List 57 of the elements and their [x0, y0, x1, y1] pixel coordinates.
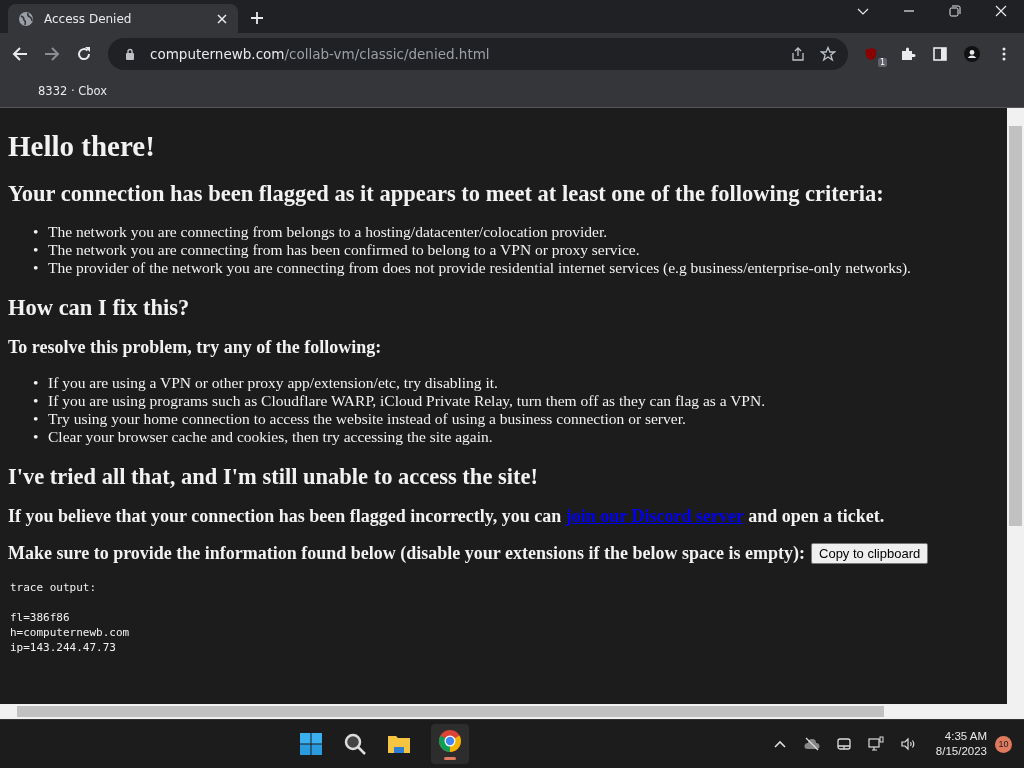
- list-item: The network you are connecting from has been confirmed to belong to a VPN or proxy service.: [48, 241, 640, 259]
- chrome-taskbar-button[interactable]: [430, 724, 469, 764]
- extension-badge: 1: [877, 58, 887, 67]
- info-text: Make sure to provide the information found below (disable your extensions if the below space is empty):: [8, 543, 805, 564]
- bullet: •: [33, 428, 40, 446]
- tab-title: Access Denied: [44, 11, 133, 26]
- new-tab-icon[interactable]: [250, 11, 264, 25]
- profile-icon[interactable]: [964, 46, 980, 62]
- search-icon[interactable]: [342, 732, 367, 756]
- ticket-sentence: If you believe that your connection has been flagged incorrectly, you can join our Discord server and open a ticket.: [8, 506, 886, 527]
- section-heading: I've tried all that, and I'm still unable to access the site!: [8, 464, 539, 490]
- star-icon[interactable]: [820, 46, 836, 62]
- puzzle-icon[interactable]: [900, 46, 916, 62]
- browser-tab[interactable]: Access Denied: [8, 4, 238, 33]
- bullet: •: [33, 241, 40, 259]
- speaker-icon[interactable]: [899, 736, 916, 752]
- list-item: If you are using a VPN or other proxy app/extension/etc, try disabling it.: [48, 374, 498, 392]
- trace-output: fl=386f86 h=computernewb.com ip=143.244.47.73: [10, 610, 131, 655]
- clock-time[interactable]: 4:35 AM: [944, 729, 987, 744]
- list-item: If you are using programs such as Cloudflare WARP, iCloud Private Relay, turn them off as they can flag as a VPN.: [48, 392, 766, 410]
- address-bar[interactable]: computernewb.com/collab-vm/classic/denied.html: [108, 38, 848, 70]
- notification-badge[interactable]: 10: [995, 735, 1012, 753]
- bookmark-item[interactable]: 8332 · Cbox: [38, 84, 108, 98]
- close-icon[interactable]: [995, 4, 1007, 17]
- cloud-icon[interactable]: [803, 736, 820, 752]
- bullet: •: [33, 259, 40, 277]
- bullet: •: [33, 410, 40, 428]
- page-heading: Hello there!: [8, 130, 156, 163]
- back-arrow-icon[interactable]: [12, 46, 28, 62]
- lock-icon: [124, 48, 136, 60]
- share-icon[interactable]: [790, 46, 806, 62]
- windows-start-icon[interactable]: [298, 732, 323, 756]
- reload-icon[interactable]: [76, 46, 92, 62]
- chrome-icon: [437, 728, 462, 753]
- list-item: Clear your browser cache and cookies, then try accessing the site again.: [48, 428, 493, 446]
- trace-title: trace output:: [10, 580, 98, 595]
- section-heading: Your connection has been flagged as it appears to meet at least one of the following criteria:: [8, 181, 885, 207]
- globe-icon: [18, 10, 34, 27]
- subheading: To resolve this problem, try any of the following:: [8, 337, 383, 358]
- network-icon[interactable]: [867, 736, 884, 752]
- bullet: •: [33, 223, 40, 241]
- forward-arrow-icon[interactable]: [44, 46, 60, 62]
- url-text: computernewb.com/collab-vm/classic/denied.html: [150, 46, 490, 62]
- close-icon[interactable]: [216, 12, 228, 25]
- clock-date[interactable]: 8/15/2023: [935, 744, 987, 759]
- horizontal-scrollbar[interactable]: [0, 704, 1024, 719]
- section-heading: How can I fix this?: [8, 295, 191, 321]
- copy-button[interactable]: Copy to clipboard: [811, 543, 929, 564]
- bullet: •: [33, 374, 40, 392]
- side-panel-icon[interactable]: [932, 46, 948, 62]
- vertical-scrollbar[interactable]: [1007, 108, 1024, 704]
- touchpad-icon[interactable]: [835, 736, 852, 752]
- restore-icon[interactable]: [949, 4, 961, 17]
- list-item: Try using your home connection to access the website instead of using a business connection or server.: [48, 410, 686, 428]
- list-item: The network you are connecting from belongs to a hosting/datacenter/colocation provider.: [48, 223, 608, 241]
- list-item: The provider of the network you are connecting from does not provide residential internet services (e.g business/enterprise-only networks).: [48, 259, 911, 277]
- bullet: •: [33, 392, 40, 410]
